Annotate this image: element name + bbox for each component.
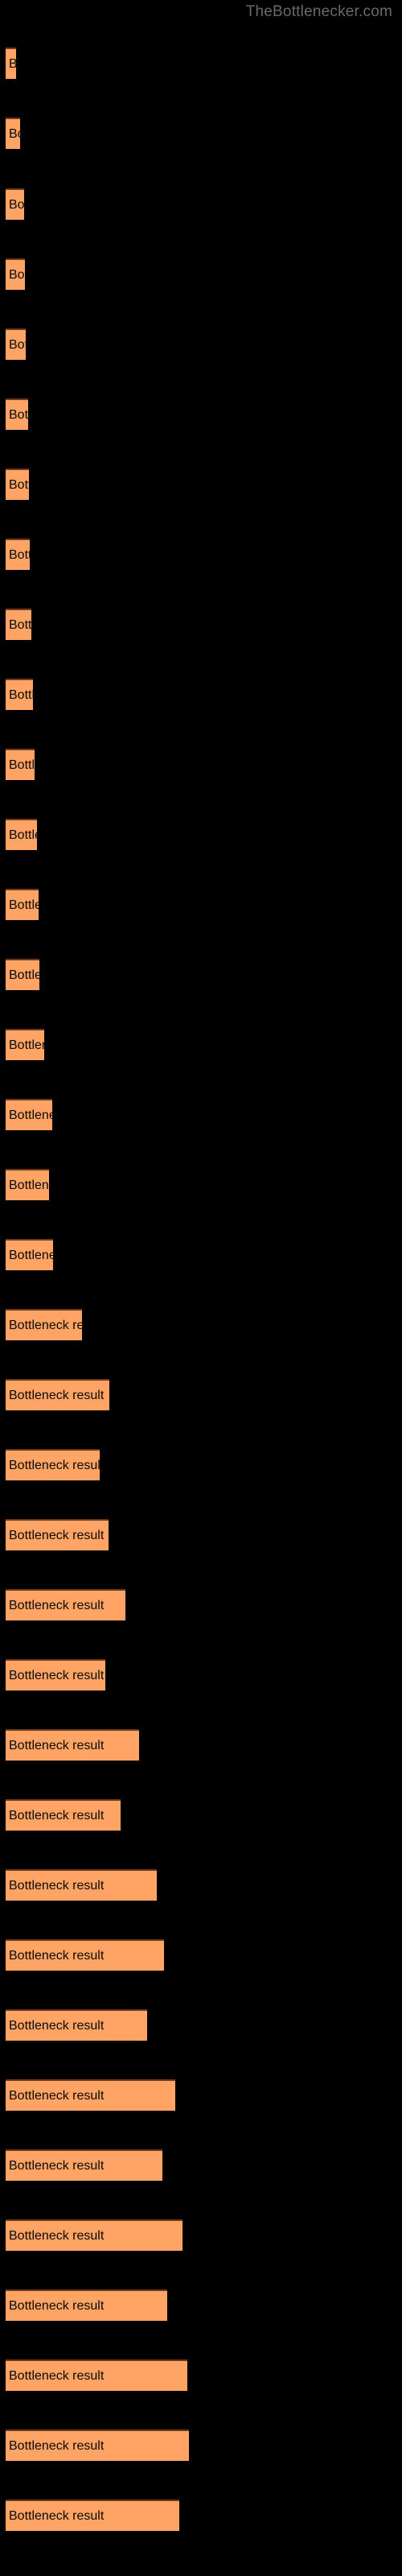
bar-label: Bottleneck result [9, 1388, 105, 1402]
bar-label: Bottleneck result [9, 1668, 105, 1682]
bar-series-container: Bottleneck result Bottleneck result Bottle… [0, 0, 402, 2576]
bar-label: Bottleneck result [9, 1038, 44, 1052]
bar[interactable]: Bottleneck result [6, 679, 33, 710]
bar-label: Bottleneck result [9, 1458, 100, 1472]
bar[interactable]: Bottleneck result [6, 47, 16, 79]
bar-label: Bottleneck result [9, 267, 25, 282]
bar-label: Bottleneck result [9, 968, 39, 982]
bar[interactable]: Bottleneck result [6, 1099, 52, 1130]
bar[interactable]: Bottleneck result [6, 1869, 157, 1901]
bar[interactable]: Bottleneck result [6, 1449, 100, 1480]
bar[interactable]: Bottleneck result [6, 2009, 147, 2041]
bar-label: Bottleneck result [9, 2228, 105, 2243]
bar[interactable]: Bottleneck result [6, 1309, 82, 1340]
bar-label: Bottleneck result [9, 547, 30, 562]
bar-label: Bottleneck result [9, 617, 31, 632]
bar[interactable]: Bottleneck result [6, 609, 31, 640]
bar[interactable]: Bottleneck result [6, 2149, 162, 2181]
bar-label: Bottleneck result [9, 2158, 105, 2173]
bar[interactable]: Bottleneck result [6, 539, 30, 570]
bar[interactable]: Bottleneck result [6, 1379, 109, 1410]
bar-label: Bottleneck result [9, 687, 33, 702]
bar[interactable]: Bottleneck result [6, 2079, 175, 2111]
bar-label: Bottleneck result [9, 828, 37, 842]
bar-label: Bottleneck result [9, 126, 20, 141]
bar-label: Bottleneck result [9, 1948, 105, 1963]
bar[interactable]: Bottleneck result [6, 188, 24, 220]
bar-label: Bottleneck result [9, 1598, 105, 1612]
bottleneck-bar-chart: TheBottlenecker.com Bottleneck resultBot… [0, 0, 402, 2576]
bar[interactable]: Bottleneck result [6, 1169, 49, 1200]
bar[interactable]: Bottleneck result [6, 258, 25, 290]
bar-label: Bottleneck result [9, 2508, 105, 2523]
bar[interactable]: Bottleneck result [6, 469, 29, 500]
bar-label: Bottleneck result [9, 1178, 49, 1192]
bar[interactable]: Bottleneck result [6, 2429, 189, 2461]
bar[interactable]: Bottleneck result [6, 328, 26, 360]
bar-label: Bottleneck result [9, 1808, 105, 1823]
bar[interactable]: Bottleneck result [6, 1239, 53, 1270]
bar-label: Bottleneck result [9, 1248, 53, 1262]
bar-label: Bottleneck result [9, 2088, 105, 2103]
bar[interactable]: Bottleneck result [6, 1939, 164, 1971]
bar-label: Bottleneck result [9, 2438, 105, 2453]
bar-label: Bottleneck result [9, 57, 16, 72]
bar[interactable]: Bottleneck result [6, 2289, 167, 2321]
bar-label: Bottleneck result [9, 1878, 105, 1893]
bar[interactable]: Bottleneck result [6, 889, 39, 920]
bar-label: Bottleneck result [9, 477, 29, 492]
bar[interactable]: Bottleneck result [6, 118, 20, 149]
bar[interactable]: Bottleneck result [6, 1799, 121, 1831]
bar-label: Bottleneck result [9, 337, 26, 352]
bar-label: Bottleneck result [9, 1318, 82, 1332]
bar-label: Bottleneck result [9, 2368, 105, 2383]
bar[interactable]: Bottleneck result [6, 959, 39, 990]
bar[interactable]: Bottleneck result [6, 1519, 109, 1550]
bar[interactable]: Bottleneck result [6, 1659, 105, 1690]
bar-label: Bottleneck result [9, 898, 39, 912]
bar-label: Bottleneck result [9, 197, 24, 212]
bar-label: Bottleneck result [9, 2018, 105, 2033]
bar-label: Bottleneck result [9, 1108, 52, 1122]
bar[interactable]: Bottleneck result [6, 398, 28, 430]
bar[interactable]: Bottleneck result [6, 2219, 183, 2251]
bar[interactable]: Bottleneck result [6, 1029, 44, 1060]
bar[interactable]: Bottleneck result [6, 2500, 179, 2531]
bar[interactable]: Bottleneck result [6, 2359, 187, 2391]
bar-label: Bottleneck result [9, 407, 28, 422]
bar[interactable]: Bottleneck result [6, 819, 37, 850]
bar-label: Bottleneck result [9, 758, 35, 772]
bar[interactable]: Bottleneck result [6, 1589, 125, 1620]
bar-label: Bottleneck result [9, 1738, 105, 1752]
bar-label: Bottleneck result [9, 2298, 105, 2313]
bar[interactable]: Bottleneck result [6, 749, 35, 780]
bar-label: Bottleneck result [9, 1528, 105, 1542]
bar[interactable]: Bottleneck result [6, 1729, 139, 1761]
